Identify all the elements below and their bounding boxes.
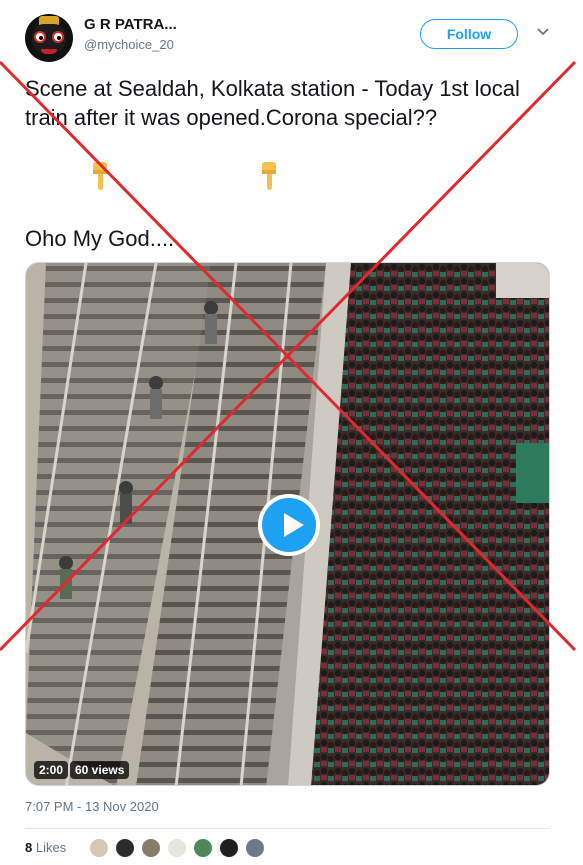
author-handle[interactable]: @mychoice_20 — [84, 37, 174, 52]
divider — [25, 828, 550, 829]
follow-button[interactable]: Follow — [420, 19, 518, 49]
liker-avatar-6[interactable] — [218, 837, 240, 859]
author-avatar[interactable] — [25, 14, 73, 62]
video-duration-badge: 2:00 — [34, 761, 69, 779]
avatar-eye-left — [34, 31, 46, 43]
play-icon[interactable] — [258, 494, 320, 556]
liker-avatar-3[interactable] — [140, 837, 162, 859]
likes-label: Likes — [35, 840, 67, 855]
liker-avatar-2[interactable] — [114, 837, 136, 859]
pointing-down-emoji-2 — [262, 162, 276, 190]
avatar-eye-right — [52, 31, 64, 43]
pointing-down-emoji-1 — [93, 162, 107, 190]
video-player[interactable]: 2:00 60 views — [25, 262, 550, 786]
likes-number: 8 — [25, 840, 33, 855]
tweet-text: Scene at Sealdah, Kolkata station - Toda… — [25, 76, 520, 130]
liker-avatar-1[interactable] — [88, 837, 110, 859]
video-views-badge: 60 views — [70, 761, 130, 779]
author-name[interactable]: G R PATRA... — [84, 16, 177, 33]
likes-count[interactable]: 8 Likes — [25, 840, 66, 855]
avatar-mouth — [41, 49, 57, 54]
liker-avatar-4[interactable] — [166, 837, 188, 859]
tweet-timestamp[interactable]: 7:07 PM - 13 Nov 2020 — [25, 799, 159, 814]
liker-avatar-7[interactable] — [244, 837, 266, 859]
tweet-text-second-line: Oho My God.... — [25, 226, 175, 251]
chevron-down-icon[interactable] — [535, 25, 551, 39]
liker-avatar-5[interactable] — [192, 837, 214, 859]
